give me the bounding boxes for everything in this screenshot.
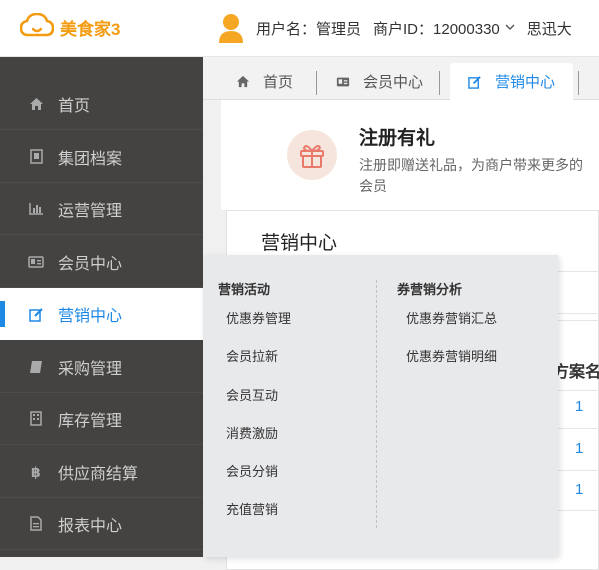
- menu-item-member-acquisition[interactable]: 会员拉新: [226, 346, 278, 365]
- sidebar-item-label: 营销中心: [58, 308, 123, 325]
- sidebar-item-label: 集团档案: [58, 150, 123, 168]
- tab-divider: [578, 71, 579, 95]
- sidebar-item-label: 采购管理: [58, 360, 123, 378]
- sidebar-item-supplier-settlement[interactable]: ฿ 供应商结算: [0, 446, 203, 498]
- gift-description: 注册即赠送礼品，为商户带来更多的 会员: [359, 155, 599, 197]
- register-gift-card[interactable]: 注册有礼 注册即赠送礼品，为商户带来更多的 会员: [221, 100, 599, 210]
- sidebar-item-group-archive[interactable]: 集团档案: [0, 131, 203, 183]
- tab-bar: 首页 会员中心 营销中心: [203, 57, 599, 100]
- dropdown-heading-marketing-activities: 营销活动: [218, 282, 271, 297]
- gift-description-line: 注册即赠送礼品，为商户带来更多的: [359, 157, 583, 173]
- table-line: [558, 510, 599, 511]
- table-cell[interactable]: 1: [575, 481, 583, 498]
- sidebar-item-label: 首页: [58, 97, 91, 115]
- table-line: [558, 390, 599, 391]
- gift-icon: [287, 130, 337, 180]
- tab-label: 会员中心: [363, 74, 424, 91]
- marketing-dropdown-menu: 营销活动 优惠券管理 会员拉新 会员互动 消费激励 会员分销 充值营销 券营销分…: [203, 255, 558, 557]
- sidebar-item-reports[interactable]: 报表中心: [0, 498, 203, 550]
- table-cell[interactable]: 1: [575, 440, 583, 457]
- tab-divider: [439, 71, 440, 95]
- cloud-logo-icon: [19, 12, 55, 42]
- bar-chart-icon: [28, 201, 44, 217]
- table-line: [558, 428, 599, 429]
- top-header: 美食家3 用户名：管理员 商户ID：12000330 思迅大: [0, 0, 599, 57]
- tab-home[interactable]: 首页: [236, 63, 293, 100]
- edit-icon: [28, 306, 44, 322]
- menu-item-coupon-summary[interactable]: 优惠券营销汇总: [406, 308, 497, 327]
- user-avatar-icon: [218, 12, 244, 44]
- building-icon: [28, 411, 44, 427]
- table-column-header: 方案名称: [553, 364, 599, 381]
- sidebar-item-inventory[interactable]: 库存管理: [0, 393, 203, 445]
- merchant-id-label: 商户ID：12000330: [373, 20, 500, 38]
- dropdown-divider: [376, 280, 377, 528]
- tab-marketing-center[interactable]: 营销中心: [450, 63, 574, 100]
- sidebar-item-purchasing[interactable]: 采购管理: [0, 341, 203, 393]
- sidebar-item-operations[interactable]: 运营管理: [0, 183, 203, 235]
- brand-name: 美食家3: [60, 20, 121, 39]
- tab-member-center[interactable]: 会员中心: [336, 63, 423, 100]
- chevron-down-icon[interactable]: [505, 22, 515, 34]
- sidebar-item-home[interactable]: 首页: [0, 78, 203, 130]
- home-icon: [28, 96, 44, 112]
- tab-divider: [316, 71, 317, 95]
- tab-label: 首页: [263, 74, 294, 91]
- edit-icon: [468, 75, 482, 89]
- svg-text:฿: ฿: [31, 465, 41, 479]
- document-icon: [28, 149, 44, 165]
- table-line: [558, 313, 599, 314]
- member-card-icon: [28, 254, 44, 270]
- menu-item-member-interaction[interactable]: 会员互动: [226, 385, 278, 404]
- table-line: [558, 320, 599, 321]
- app-logo[interactable]: 美食家3: [19, 12, 121, 42]
- gift-description-line: 会员: [359, 178, 387, 194]
- panel-title: 营销中心: [261, 233, 338, 254]
- sidebar-item-marketing-center[interactable]: 营销中心: [0, 288, 203, 340]
- book-icon: [28, 359, 44, 375]
- bitcoin-icon: ฿: [28, 464, 44, 480]
- report-icon: [28, 516, 44, 532]
- home-icon: [236, 75, 250, 89]
- table-line: [558, 470, 599, 471]
- sidebar-item-label: 库存管理: [58, 412, 123, 430]
- member-card-icon: [336, 75, 350, 89]
- header-extra-text: 思迅大: [526, 20, 572, 38]
- menu-item-coupon-management[interactable]: 优惠券管理: [226, 308, 291, 327]
- username-label: 用户名：管理员: [256, 20, 362, 38]
- sidebar-item-member-center[interactable]: 会员中心: [0, 236, 203, 288]
- sidebar: 首页 集团档案 运营管理 会员中心 营销中心 采购管理 库存管理 ฿ 供应商结算…: [0, 57, 203, 557]
- menu-item-consumption-incentive[interactable]: 消费激励: [226, 423, 278, 442]
- sidebar-item-label: 供应商结算: [58, 465, 139, 483]
- menu-item-member-distribution[interactable]: 会员分销: [226, 461, 278, 480]
- sidebar-item-label: 运营管理: [58, 202, 123, 220]
- sidebar-item-label: 会员中心: [58, 255, 123, 273]
- user-info[interactable]: 用户名：管理员 商户ID：12000330 思迅大: [218, 12, 572, 44]
- menu-item-coupon-detail[interactable]: 优惠券营销明细: [406, 346, 497, 365]
- sidebar-item-label: 报表中心: [58, 517, 123, 535]
- dropdown-heading-coupon-analysis: 券营销分析: [397, 282, 463, 297]
- tab-label: 营销中心: [495, 74, 556, 91]
- gift-title: 注册有礼: [359, 128, 436, 149]
- table-cell[interactable]: 1: [575, 398, 583, 415]
- menu-item-recharge-marketing[interactable]: 充值营销: [226, 499, 278, 518]
